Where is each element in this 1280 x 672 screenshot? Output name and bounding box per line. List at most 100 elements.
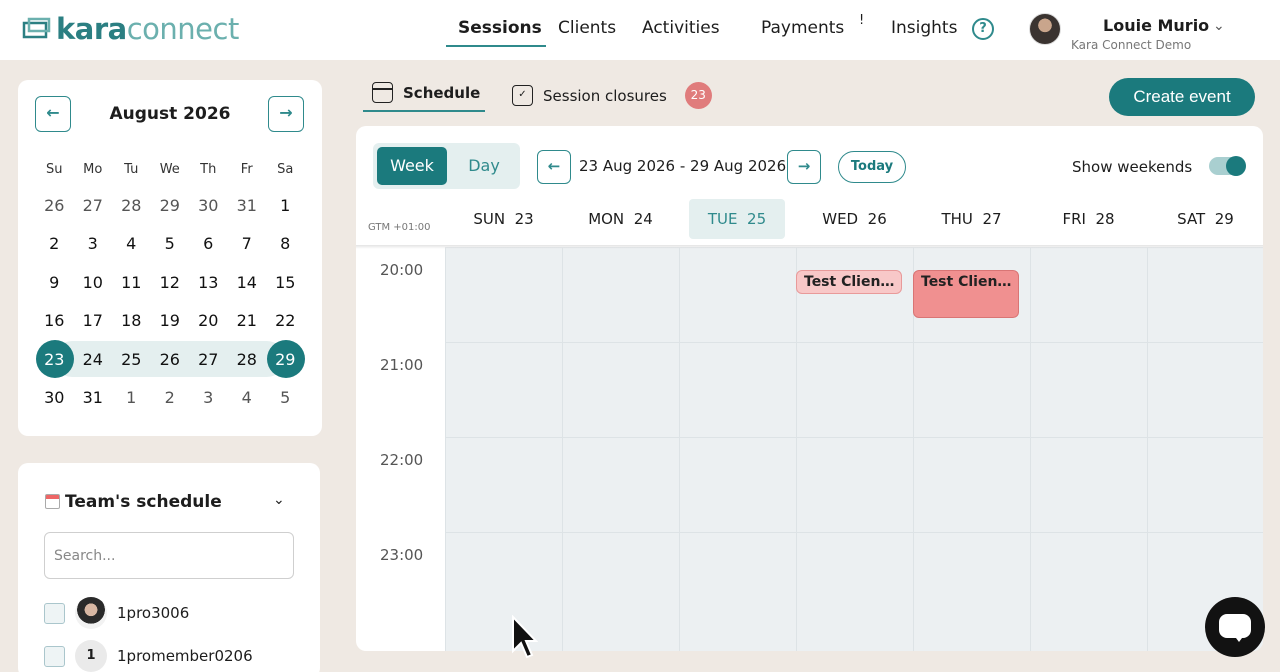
nav-active-indicator xyxy=(446,45,546,47)
calendar-day[interactable]: 2 xyxy=(151,388,190,407)
prev-week-button[interactable]: ← xyxy=(537,150,571,184)
calendar-day[interactable]: 16 xyxy=(35,311,74,330)
team-member-row[interactable]: 1pro3006 xyxy=(44,597,189,629)
nav-payments[interactable]: Payments xyxy=(761,18,844,38)
team-member-row[interactable]: 1 1promember0206 xyxy=(44,640,253,672)
tab-session-closures[interactable]: ✓ Session closures 23 xyxy=(512,82,712,109)
next-month-button[interactable]: → xyxy=(268,96,304,132)
calendar-day[interactable]: 7 xyxy=(228,234,267,253)
mini-calendar-grid: Su Mo Tu We Th Fr Sa 26 27 28 29 30 31 1 2 3 4 5 6 7 8 9 10 11 1… xyxy=(35,152,305,417)
calendar-day[interactable]: 5 xyxy=(151,234,190,253)
calendar-day[interactable]: 26 xyxy=(35,196,74,215)
calendar-day[interactable]: 9 xyxy=(35,273,74,292)
calendar-day[interactable]: 30 xyxy=(35,388,74,407)
member-checkbox[interactable] xyxy=(44,645,65,667)
calendar-day[interactable]: 13 xyxy=(189,273,228,292)
calendar-day[interactable]: 4 xyxy=(112,234,151,253)
member-checkbox[interactable] xyxy=(44,602,65,624)
calendar-day[interactable]: 28 xyxy=(228,350,267,369)
nav-insights[interactable]: Insights xyxy=(891,18,957,38)
calendar-day[interactable]: 5 xyxy=(266,388,305,407)
calendar-day[interactable]: 15 xyxy=(266,273,305,292)
calendar-day[interactable]: 3 xyxy=(189,388,228,407)
tab-schedule[interactable]: Schedule xyxy=(372,82,480,103)
calendar-day[interactable]: 29 xyxy=(266,339,305,378)
today-button[interactable]: Today xyxy=(838,151,906,183)
day-header-tue[interactable]: TUE 25 xyxy=(689,199,785,239)
user-avatar[interactable] xyxy=(1029,13,1061,45)
day-name: SAT xyxy=(1177,210,1206,228)
day-header-thu[interactable]: THU 27 xyxy=(913,199,1030,239)
user-name[interactable]: Louie Murio xyxy=(1103,16,1209,35)
calendar-day[interactable]: 21 xyxy=(228,311,267,330)
chevron-down-icon[interactable]: ⌄ xyxy=(1213,18,1225,34)
calendar-day[interactable]: 31 xyxy=(74,388,113,407)
week-view-button[interactable]: Week xyxy=(377,147,447,185)
calendar-day[interactable]: 30 xyxy=(189,196,228,215)
member-name: 1pro3006 xyxy=(117,604,190,622)
calendar-day[interactable]: 14 xyxy=(228,273,267,292)
calendar-day[interactable]: 31 xyxy=(228,196,267,215)
calendar-day[interactable]: 11 xyxy=(112,273,151,292)
day-header-fri[interactable]: FRI 28 xyxy=(1030,199,1147,239)
day-date: 27 xyxy=(982,210,1002,228)
calendar-day[interactable]: 20 xyxy=(189,311,228,330)
question-circle-icon[interactable]: ? xyxy=(972,18,994,40)
calendar-day[interactable]: 27 xyxy=(74,196,113,215)
nav-clients[interactable]: Clients xyxy=(558,18,616,38)
time-label: 21:00 xyxy=(380,356,424,374)
calendar-day[interactable]: 26 xyxy=(151,350,190,369)
calendar-day[interactable]: 10 xyxy=(74,273,113,292)
calendar-day[interactable]: 29 xyxy=(151,196,190,215)
user-organization: Kara Connect Demo xyxy=(1071,38,1192,52)
calendar-day[interactable]: 25 xyxy=(112,350,151,369)
next-week-button[interactable]: → xyxy=(787,150,821,184)
create-event-button[interactable]: Create event xyxy=(1109,78,1255,116)
day-name: SUN xyxy=(473,210,506,228)
toggle-knob xyxy=(1226,156,1246,176)
nav-activities[interactable]: Activities xyxy=(642,18,720,38)
calendar-day[interactable]: 8 xyxy=(266,234,305,253)
weekday-label: Th xyxy=(200,161,217,177)
calendar-day[interactable]: 27 xyxy=(189,350,228,369)
day-header-sat[interactable]: SAT 29 xyxy=(1147,199,1263,239)
day-name: MON xyxy=(588,210,625,228)
calendar-day[interactable]: 6 xyxy=(189,234,228,253)
arrow-right-icon: → xyxy=(797,157,811,175)
nav-sessions[interactable]: Sessions xyxy=(458,18,542,38)
event-block[interactable]: Test Client... xyxy=(913,270,1019,318)
show-weekends-toggle[interactable] xyxy=(1209,156,1246,176)
grid-column-line xyxy=(1147,247,1148,651)
day-view-button[interactable]: Day xyxy=(453,147,515,185)
header-divider xyxy=(356,245,1263,249)
chevron-down-icon[interactable]: ⌄ xyxy=(273,492,285,508)
calendar-day[interactable]: 4 xyxy=(228,388,267,407)
date-range-label: 23 Aug 2026 - 29 Aug 2026 xyxy=(579,157,787,175)
show-weekends-label: Show weekends xyxy=(1072,158,1193,176)
calendar-day[interactable]: 28 xyxy=(112,196,151,215)
member-avatar xyxy=(75,597,107,629)
schedule-grid[interactable] xyxy=(445,247,1263,651)
calendar-day[interactable]: 2 xyxy=(35,234,74,253)
calendar-week-row: 2345678 xyxy=(35,225,305,264)
logo[interactable]: karaconnect xyxy=(22,12,239,46)
day-header-wed[interactable]: WED 26 xyxy=(796,199,913,239)
calendar-day[interactable]: 22 xyxy=(266,311,305,330)
calendar-day[interactable]: 3 xyxy=(74,234,113,253)
event-block[interactable]: Test Client... xyxy=(796,270,902,294)
tab-active-indicator xyxy=(363,110,485,112)
calendar-day[interactable]: 17 xyxy=(74,311,113,330)
day-header-mon[interactable]: MON 24 xyxy=(562,199,679,239)
calendar-day[interactable]: 23 xyxy=(35,339,74,378)
time-label: 22:00 xyxy=(380,451,424,469)
calendar-day[interactable]: 1 xyxy=(266,196,305,215)
team-search-input[interactable] xyxy=(44,532,294,579)
week-calendar: Week Day ← 23 Aug 2026 - 29 Aug 2026 → T… xyxy=(356,126,1263,651)
calendar-day[interactable]: 18 xyxy=(112,311,151,330)
day-header-sun[interactable]: SUN 23 xyxy=(445,199,562,239)
calendar-day[interactable]: 12 xyxy=(151,273,190,292)
chat-button[interactable] xyxy=(1205,597,1265,657)
calendar-day[interactable]: 24 xyxy=(74,350,113,369)
calendar-day[interactable]: 1 xyxy=(112,388,151,407)
calendar-day[interactable]: 19 xyxy=(151,311,190,330)
